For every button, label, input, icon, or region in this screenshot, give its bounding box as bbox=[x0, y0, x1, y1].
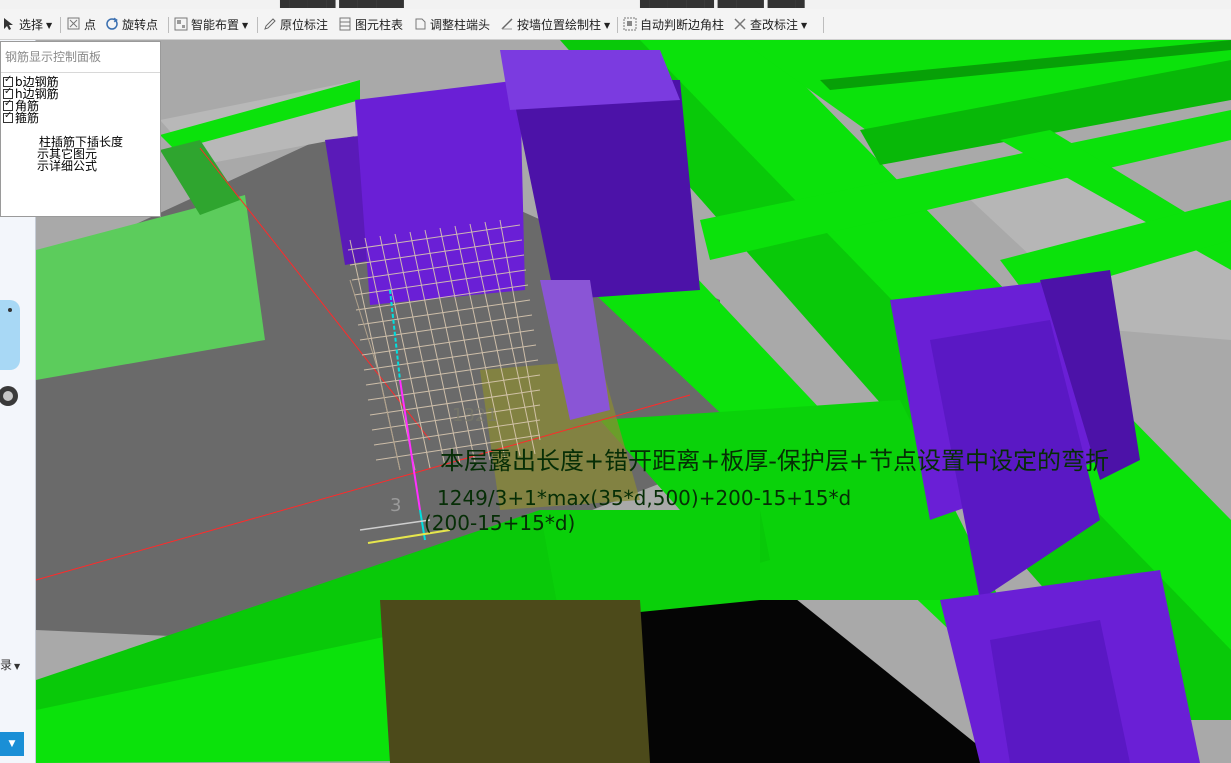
character-icon[interactable] bbox=[0, 300, 20, 370]
top-menu-strip: ▆▆▆▆▆▆ ▆▆▆▆▆▆▆ ▆▆▆▆▆▆▆▆ ▆▆▆▆▆ ▆▆▆▆ bbox=[0, 0, 1231, 9]
point-button[interactable]: 点 bbox=[67, 16, 96, 34]
3d-viewport[interactable]: 本层露出长度+错开距离+板厚-保护层+节点设置中设定的弯折 1249/3+1*m… bbox=[0, 40, 1231, 763]
drawing-toolbar: 选择 ▼ 点 旋转点 智能布置 ▼ 原位标注 图元柱表 调整柱端头 按墙位置绘制柱 ▼… bbox=[0, 9, 1231, 40]
cursor-icon bbox=[2, 17, 16, 31]
table-icon bbox=[338, 17, 352, 31]
dimension-label: 1321 bbox=[452, 405, 498, 426]
formula-sub: (200-15+15*d) bbox=[424, 511, 576, 535]
column-table-button[interactable]: 图元柱表 bbox=[338, 16, 403, 34]
corner-column-icon bbox=[623, 17, 637, 31]
media-icon[interactable] bbox=[0, 380, 18, 412]
rebar-display-control-panel: 钢筋显示控制面板 b边钢筋 h边钢筋 角筋 箍筋 柱插筋下插长度 示其它图元 示… bbox=[0, 41, 161, 217]
check-annotation-button[interactable]: 查改标注 ▼ bbox=[733, 16, 807, 34]
draw-icon bbox=[500, 17, 514, 31]
toolbar-divider bbox=[257, 17, 258, 33]
select-button[interactable]: 选择 ▼ bbox=[2, 16, 52, 34]
toolbar-divider bbox=[60, 17, 61, 33]
grid-layout-icon bbox=[174, 17, 188, 31]
chevron-down-icon: ▼ bbox=[8, 739, 16, 749]
toolbar-divider bbox=[617, 17, 618, 33]
3d-scene bbox=[0, 40, 1231, 763]
formula-calculation: 1249/3+1*max(35*d,500)+200-15+15*d bbox=[437, 486, 852, 510]
dropdown-menu[interactable]: 录 ▼ bbox=[0, 656, 20, 673]
toolbar-divider bbox=[823, 17, 824, 33]
pencil-icon bbox=[263, 17, 277, 31]
column-lower-shadow bbox=[380, 600, 650, 763]
rotate-point-button[interactable]: 旋转点 bbox=[105, 16, 158, 34]
smart-layout-button[interactable]: 智能布置 ▼ bbox=[174, 16, 248, 34]
chevron-down-icon: ▼ bbox=[604, 21, 611, 30]
auto-corner-column-button[interactable]: 自动判断边角柱 bbox=[623, 16, 724, 34]
dimension-label: 3 bbox=[390, 495, 402, 516]
chevron-down-icon: ▼ bbox=[46, 21, 53, 30]
tools-icon bbox=[733, 17, 747, 31]
draw-by-wall-button[interactable]: 按墙位置绘制柱 ▼ bbox=[500, 16, 610, 34]
action-button[interactable]: ▼ bbox=[0, 732, 24, 756]
panel-title-input[interactable]: 钢筋显示控制面板 bbox=[1, 42, 160, 73]
in-place-annotation-button[interactable]: 原位标注 bbox=[263, 16, 328, 34]
top-strip-fragment: ▆▆▆▆▆▆ ▆▆▆▆▆▆▆ bbox=[280, 0, 404, 8]
chevron-down-icon: ▼ bbox=[242, 21, 249, 30]
toolbar-divider bbox=[168, 17, 169, 33]
chevron-down-icon: ▼ bbox=[801, 21, 808, 30]
point-icon bbox=[67, 17, 81, 31]
rotate-icon bbox=[105, 17, 119, 31]
adjust-column-head-button[interactable]: 调整柱端头 bbox=[413, 16, 490, 34]
chevron-down-icon: ▼ bbox=[14, 662, 21, 671]
formula-description: 本层露出长度+错开距离+板厚-保护层+节点设置中设定的弯折 bbox=[440, 447, 1109, 475]
checkbox-stirrup[interactable] bbox=[3, 110, 13, 123]
option-label[interactable]: 示详细公式 bbox=[37, 160, 97, 172]
top-strip-fragment: ▆▆▆▆▆▆▆▆ ▆▆▆▆▆ ▆▆▆▆ bbox=[640, 0, 805, 8]
adjust-icon bbox=[413, 17, 427, 31]
checkbox-label: 箍筋 bbox=[15, 111, 40, 125]
